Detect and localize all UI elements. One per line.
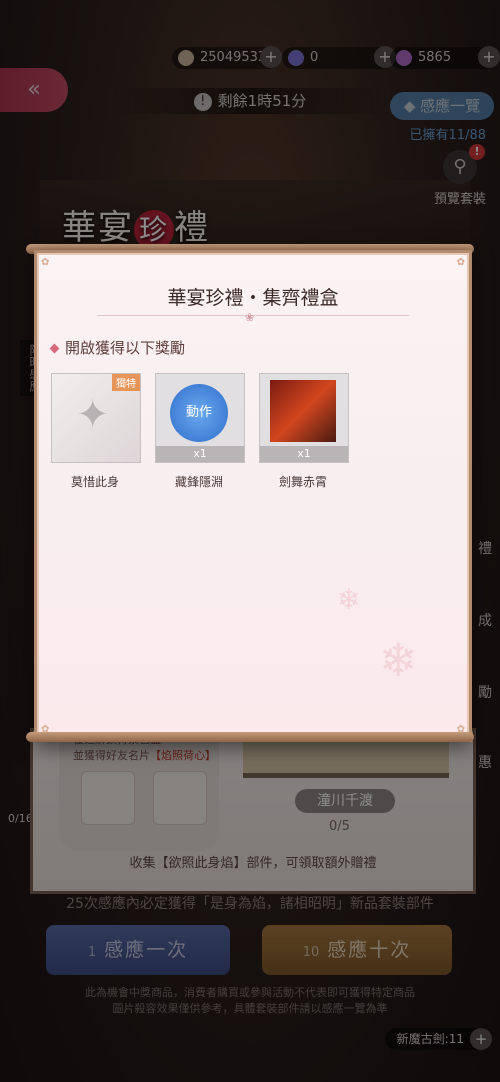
corner-ornament-icon: ✿ [41,257,50,268]
reward-card: x1 [259,373,349,463]
reward-item[interactable]: 動作 x1 藏鋒隱淵 [155,373,245,490]
snowflake-icon: ❄ [379,633,418,687]
reward-item[interactable]: x1 劍舞赤霄 [259,373,349,490]
scroll-item-icon: ✦ [76,392,110,438]
unique-tag: 獨特 [112,374,140,391]
scroll-rod-bottom [26,732,474,742]
reward-item[interactable]: 獨特 ✦ 莫惜此身 [51,373,141,490]
diamond-bullet-icon [49,343,60,354]
motion-icon: 動作 [170,384,228,442]
section-heading: 開啟獲得以下獎勵 [49,337,185,358]
character-portrait-image [270,380,336,442]
reward-modal: ✿ ✿ ✿ ✿ ❄ ❄ 華宴珍禮・集齊禮盒 ❀ 開啟獲得以下獎勵 獨特 ✦ 莫惜… [34,250,472,742]
lotus-icon: ❀ [245,311,255,324]
reward-card: 獨特 ✦ [51,373,141,463]
reward-card: 動作 x1 [155,373,245,463]
corner-ornament-icon: ✿ [456,257,465,268]
modal-title: 華宴珍禮・集齊禮盒 [167,287,339,309]
snowflake-icon: ❄ [337,583,361,616]
